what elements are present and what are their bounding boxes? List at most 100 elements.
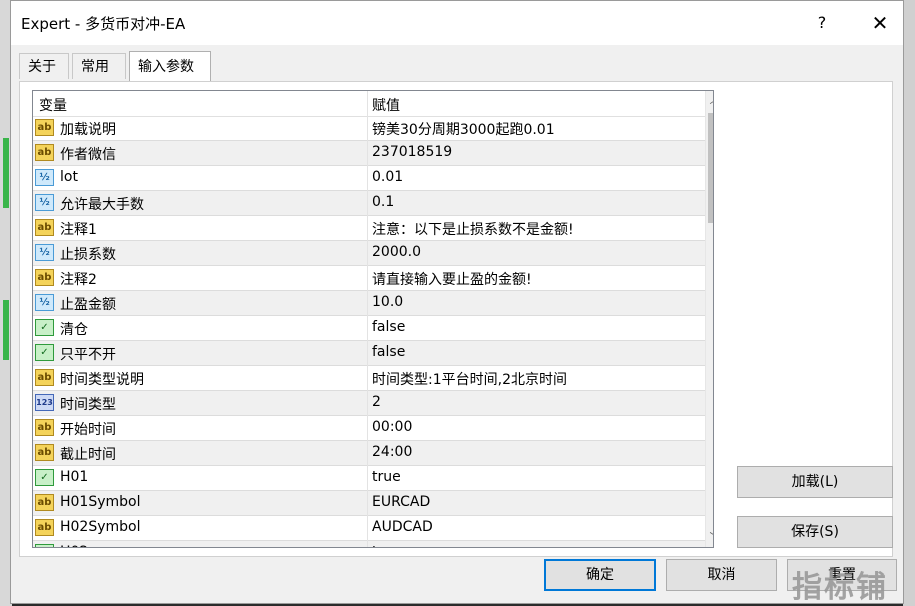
string-type-icon: ab <box>35 519 54 536</box>
grid-header: 变量 赋值 <box>33 91 705 117</box>
scroll-up-icon[interactable]: ︿ <box>706 91 714 109</box>
parameter-name: 时间类型 <box>60 397 116 413</box>
string-type-icon: ab <box>35 444 54 461</box>
double-type-icon: ½ <box>35 169 54 186</box>
tab-input-parameters[interactable]: 输入参数 <box>129 51 211 81</box>
double-type-icon: ½ <box>35 294 54 311</box>
tab-common[interactable]: 常用 <box>72 53 126 79</box>
string-type-icon: ab <box>35 144 54 161</box>
parameter-row[interactable]: 123 时间类型 2 <box>33 391 705 416</box>
parameter-row[interactable]: ✓ H02 true <box>33 541 705 547</box>
parameter-name: H01 <box>60 469 89 485</box>
parameter-row[interactable]: ab 截止时间 24:00 <box>33 441 705 466</box>
parameter-value[interactable]: 请直接输入要止盈的金额! <box>372 269 532 289</box>
parameter-name: 允许最大手数 <box>60 197 144 213</box>
scroll-down-icon[interactable]: ﹀ <box>706 529 714 547</box>
string-type-icon: ab <box>35 419 54 436</box>
parameter-row[interactable]: ½ 止盈金额 10.0 <box>33 291 705 316</box>
parameter-value[interactable]: EURCAD <box>372 494 430 510</box>
parameter-row[interactable]: ✓ 清仓 false <box>33 316 705 341</box>
parameter-name: H01Symbol <box>60 494 141 510</box>
bool-type-icon: ✓ <box>35 344 54 361</box>
string-type-icon: ab <box>35 219 54 236</box>
parameter-row[interactable]: ½ 允许最大手数 0.1 <box>33 191 705 216</box>
string-type-icon: ab <box>35 494 54 511</box>
tab-panel: 变量 赋值 ab 加载说明 镑美30分周期3000起跑0.01 ab 作者微信 23701… <box>19 81 893 557</box>
double-type-icon: ½ <box>35 244 54 261</box>
expert-properties-dialog: Expert - 多货币对冲-EA ? ✕ 关于 常用 输入参数 变量 赋值 a… <box>10 0 904 604</box>
parameter-value[interactable]: 237018519 <box>372 144 452 160</box>
parameter-row[interactable]: ✓ 只平不开 false <box>33 341 705 366</box>
parameter-row[interactable]: ab 加载说明 镑美30分周期3000起跑0.01 <box>33 116 705 141</box>
parameter-row[interactable]: ab 时间类型说明 时间类型:1平台时间,2北京时间 <box>33 366 705 391</box>
scrollbar-thumb[interactable] <box>708 113 713 223</box>
parameter-value[interactable]: 0.01 <box>372 169 403 185</box>
window-title: Expert - 多货币对冲-EA <box>21 15 186 33</box>
parameter-value[interactable]: 00:00 <box>372 419 412 435</box>
background-chart-bar <box>3 138 9 208</box>
watermark-text: 指标铺 <box>792 570 888 605</box>
parameter-value[interactable]: 2 <box>372 394 381 410</box>
column-divider <box>367 91 368 547</box>
parameter-row[interactable]: ab H01Symbol EURCAD <box>33 491 705 516</box>
parameter-value[interactable]: true <box>372 469 401 485</box>
close-button[interactable]: ✕ <box>865 9 895 37</box>
tab-about[interactable]: 关于 <box>19 53 69 79</box>
parameter-name: H02 <box>60 544 88 547</box>
parameter-value[interactable]: 0.1 <box>372 194 394 210</box>
parameter-value[interactable]: 镑美30分周期3000起跑0.01 <box>372 119 555 139</box>
bool-type-icon: ✓ <box>35 469 54 486</box>
parameter-row[interactable]: ab 注释2 请直接输入要止盈的金额! <box>33 266 705 291</box>
title-bar[interactable]: Expert - 多货币对冲-EA ? ✕ <box>11 1 903 45</box>
vertical-scrollbar[interactable]: ︿ ﹀ <box>705 91 714 547</box>
parameter-value[interactable]: 10.0 <box>372 294 403 310</box>
parameters-grid: 变量 赋值 ab 加载说明 镑美30分周期3000起跑0.01 ab 作者微信 23701… <box>32 90 714 548</box>
parameter-rows: ab 加载说明 镑美30分周期3000起跑0.01 ab 作者微信 237018519 ½ l… <box>33 116 705 547</box>
string-type-icon: ab <box>35 119 54 136</box>
parameter-value[interactable]: false <box>372 319 405 335</box>
parameter-name: 止盈金额 <box>60 297 116 313</box>
parameter-row[interactable]: ab 注释1 注意：以下是止损系数不是金额! <box>33 216 705 241</box>
parameter-row[interactable]: ab 开始时间 00:00 <box>33 416 705 441</box>
parameter-row[interactable]: ab 作者微信 237018519 <box>33 141 705 166</box>
watermark-logo: 指标铺 <box>778 556 904 605</box>
column-header-variable[interactable]: 变量 <box>39 95 67 115</box>
parameter-name: 作者微信 <box>60 147 116 163</box>
parameter-value[interactable]: 时间类型:1平台时间,2北京时间 <box>372 369 567 389</box>
parameter-value[interactable]: false <box>372 344 405 360</box>
parameter-value[interactable]: true <box>372 544 401 547</box>
bool-type-icon: ✓ <box>35 319 54 336</box>
column-header-value[interactable]: 赋值 <box>372 95 400 115</box>
save-button[interactable]: 保存(S) <box>737 516 893 548</box>
parameter-name: 只平不开 <box>60 347 116 363</box>
ok-button[interactable]: 确定 <box>544 559 656 591</box>
cancel-button[interactable]: 取消 <box>666 559 777 591</box>
parameter-name: 时间类型说明 <box>60 372 144 388</box>
help-button[interactable]: ? <box>807 11 837 35</box>
parameter-name: 加载说明 <box>60 122 116 138</box>
parameter-name: 注释1 <box>60 222 97 238</box>
parameter-name: lot <box>60 169 78 185</box>
parameter-value[interactable]: 注意：以下是止损系数不是金额! <box>372 219 574 239</box>
parameter-name: 注释2 <box>60 272 97 288</box>
integer-type-icon: 123 <box>35 394 54 411</box>
parameter-name: 开始时间 <box>60 422 116 438</box>
parameter-name: H02Symbol <box>60 519 141 535</box>
background-window-right <box>903 0 915 606</box>
parameter-row[interactable]: ab H02Symbol AUDCAD <box>33 516 705 541</box>
string-type-icon: ab <box>35 269 54 286</box>
parameter-row[interactable]: ½ 止损系数 2000.0 <box>33 241 705 266</box>
parameter-value[interactable]: 24:00 <box>372 444 412 460</box>
parameter-value[interactable]: AUDCAD <box>372 519 433 535</box>
parameter-name: 止损系数 <box>60 247 116 263</box>
load-button[interactable]: 加载(L) <box>737 466 893 498</box>
parameter-name: 截止时间 <box>60 447 116 463</box>
parameter-row[interactable]: ✓ H01 true <box>33 466 705 491</box>
double-type-icon: ½ <box>35 194 54 211</box>
parameter-value[interactable]: 2000.0 <box>372 244 421 260</box>
background-chart-bar <box>3 300 9 360</box>
parameter-name: 清仓 <box>60 322 88 338</box>
parameter-row[interactable]: ½ lot 0.01 <box>33 166 705 191</box>
bool-type-icon: ✓ <box>35 544 54 547</box>
string-type-icon: ab <box>35 369 54 386</box>
